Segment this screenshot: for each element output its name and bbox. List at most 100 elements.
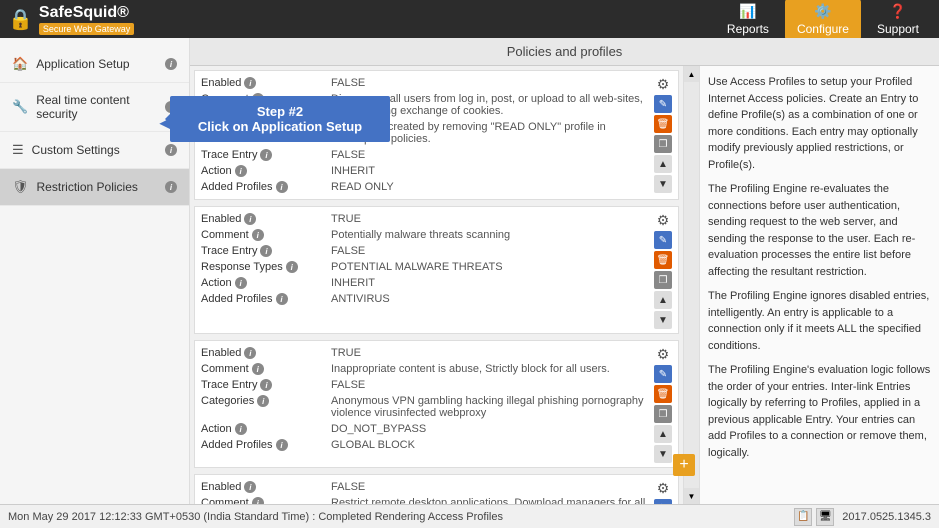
restriction-info[interactable]: i xyxy=(165,181,177,193)
logo: 🔒 SafeSquid® Secure Web Gateway xyxy=(8,4,134,35)
entry-4-settings-btn[interactable]: ⚙ xyxy=(654,479,672,497)
table-row: Response Types i POTENTIAL MALWARE THREA… xyxy=(201,259,650,275)
field-label: Comment i xyxy=(201,363,331,375)
table-row: Comment i Potentially malware threats sc… xyxy=(201,227,650,243)
field-label: Enabled i xyxy=(201,481,331,493)
field-value: Restrict remote desktop applications ,Do… xyxy=(331,497,650,504)
field-label: Trace Entry i xyxy=(201,379,331,391)
entry-2-down-btn[interactable]: ▼ xyxy=(654,311,672,329)
add-entry-button[interactable]: + xyxy=(673,454,695,476)
header-nav: 📊 Reports ⚙️ Configure ❓ Support xyxy=(715,0,931,40)
status-text: Mon May 29 2017 12:12:33 GMT+0530 (India… xyxy=(8,511,503,523)
table-row: Categories i Anonymous VPN gambling hack… xyxy=(201,393,650,421)
entry-1-copy-btn[interactable]: ❐ xyxy=(654,135,672,153)
field-value: FALSE xyxy=(331,481,650,493)
table-row: Comment i Inappropriate content is abuse… xyxy=(201,361,650,377)
entry-2-controls: ⚙ ✎ 🗑 ❐ ▲ ▼ xyxy=(654,211,672,329)
help-para-2: The Profiling Engine re-evaluates the co… xyxy=(708,181,931,280)
support-icon: ❓ xyxy=(889,3,906,20)
entry-4-edit-btn[interactable]: ✎ xyxy=(654,499,672,504)
entry-2-up-btn[interactable]: ▲ xyxy=(654,291,672,309)
sidebar-label-realtime: Real time content security xyxy=(36,93,157,121)
entry-3-up-btn[interactable]: ▲ xyxy=(654,425,672,443)
version-text: 2017.0525.1345.3 xyxy=(842,511,931,523)
sidebar-item-app-setup[interactable]: 🏠 Application Setup i xyxy=(0,46,189,83)
field-value: DO_NOT_BYPASS xyxy=(331,423,650,435)
status-bar: Mon May 29 2017 12:12:33 GMT+0530 (India… xyxy=(0,504,939,528)
nav-reports-label: Reports xyxy=(727,22,769,36)
entry-1-delete-btn[interactable]: 🗑 xyxy=(654,115,672,133)
entry-3-down-btn[interactable]: ▼ xyxy=(654,445,672,463)
field-value: Inappropriate content is abuse, Strictly… xyxy=(331,363,650,375)
entry-1-edit-btn[interactable]: ✎ xyxy=(654,95,672,113)
entry-3-copy-btn[interactable]: ❐ xyxy=(654,405,672,423)
nav-support[interactable]: ❓ Support xyxy=(865,0,931,40)
nav-configure[interactable]: ⚙️ Configure xyxy=(785,0,861,40)
field-value: ANTIVIRUS xyxy=(331,293,650,305)
scrollbar[interactable]: ▲ ▼ xyxy=(683,66,699,504)
table-row: Added Profiles i GLOBAL BLOCK xyxy=(201,437,650,453)
sidebar-label-app-setup: Application Setup xyxy=(36,57,157,71)
field-value: READ ONLY xyxy=(331,181,650,193)
app-setup-info[interactable]: i xyxy=(165,58,177,70)
help-para-1: Use Access Profiles to setup your Profil… xyxy=(708,74,931,173)
table-row: Added Profiles i ANTIVIRUS xyxy=(201,291,650,307)
step-line1: Step #2 xyxy=(186,104,374,119)
reports-icon: 📊 xyxy=(739,3,756,20)
sidebar-item-custom[interactable]: ☰ Custom Settings i xyxy=(0,132,189,169)
status-icons: 📋 🖥 xyxy=(794,508,834,526)
field-label: Comment i xyxy=(201,229,331,241)
nav-support-label: Support xyxy=(877,22,919,36)
nav-reports[interactable]: 📊 Reports xyxy=(715,0,781,40)
app-setup-icon: 🏠 xyxy=(12,56,28,72)
logo-subtitle: Secure Web Gateway xyxy=(39,23,134,35)
status-icon-btn-2[interactable]: 🖥 xyxy=(816,508,834,526)
table-row: Action i INHERIT xyxy=(201,163,650,179)
field-label: Enabled i xyxy=(201,213,331,225)
scroll-up-btn[interactable]: ▲ xyxy=(684,66,699,82)
sidebar-item-restriction[interactable]: 🛡 Restriction Policies i xyxy=(0,169,189,206)
configure-icon: ⚙️ xyxy=(814,3,831,20)
table-row: Enabled i TRUE xyxy=(201,211,650,227)
realtime-icon: 🔧 xyxy=(12,99,28,115)
entry-1-up-btn[interactable]: ▲ xyxy=(654,155,672,173)
policy-entry-4: Enabled i FALSE Comment i Restrict remot… xyxy=(194,474,679,504)
entry-3-settings-btn[interactable]: ⚙ xyxy=(654,345,672,363)
field-value: TRUE xyxy=(331,213,650,225)
table-row: Enabled i TRUE xyxy=(201,345,650,361)
field-value: FALSE xyxy=(331,245,650,257)
field-label: Added Profiles i xyxy=(201,439,331,451)
table-row: Comment i Restrict remote desktop applic… xyxy=(201,495,650,504)
field-label: Action i xyxy=(201,165,331,177)
field-label: Trace Entry i xyxy=(201,149,331,161)
field-value: Potentially malware threats scanning xyxy=(331,229,650,241)
status-icon-btn-1[interactable]: 📋 xyxy=(794,508,812,526)
table-row: Trace Entry i FALSE xyxy=(201,147,650,163)
help-para-3: The Profiling Engine ignores disabled en… xyxy=(708,288,931,354)
entry-1-down-btn[interactable]: ▼ xyxy=(654,175,672,193)
field-label: Action i xyxy=(201,277,331,289)
main-container: Step #2 Click on Application Setup ◄ 🏠 A… xyxy=(0,38,939,504)
logo-text: SafeSquid® xyxy=(39,4,129,21)
entry-2-settings-btn[interactable]: ⚙ xyxy=(654,211,672,229)
header: 🔒 SafeSquid® Secure Web Gateway 📊 Report… xyxy=(0,0,939,38)
field-label: Categories i xyxy=(201,395,331,407)
entry-3-delete-btn[interactable]: 🗑 xyxy=(654,385,672,403)
table-row: Added Profiles i READ ONLY xyxy=(201,179,650,195)
entry-2-delete-btn[interactable]: 🗑 xyxy=(654,251,672,269)
field-value: FALSE xyxy=(331,77,650,89)
entry-1-settings-btn[interactable]: ⚙ xyxy=(654,75,672,93)
field-label: Action i xyxy=(201,423,331,435)
table-row: Action i INHERIT xyxy=(201,275,650,291)
entry-2-copy-btn[interactable]: ❐ xyxy=(654,271,672,289)
scroll-down-btn[interactable]: ▼ xyxy=(684,488,699,504)
field-value: INHERIT xyxy=(331,277,650,289)
add-button-container: + xyxy=(673,454,695,476)
field-label: Added Profiles i xyxy=(201,293,331,305)
field-value: FALSE xyxy=(331,379,650,391)
entry-3-edit-btn[interactable]: ✎ xyxy=(654,365,672,383)
table-row: Trace Entry i FALSE xyxy=(201,243,650,259)
custom-info[interactable]: i xyxy=(165,144,177,156)
policy-entry-3: Enabled i TRUE Comment i Inappropriate c… xyxy=(194,340,679,468)
entry-2-edit-btn[interactable]: ✎ xyxy=(654,231,672,249)
